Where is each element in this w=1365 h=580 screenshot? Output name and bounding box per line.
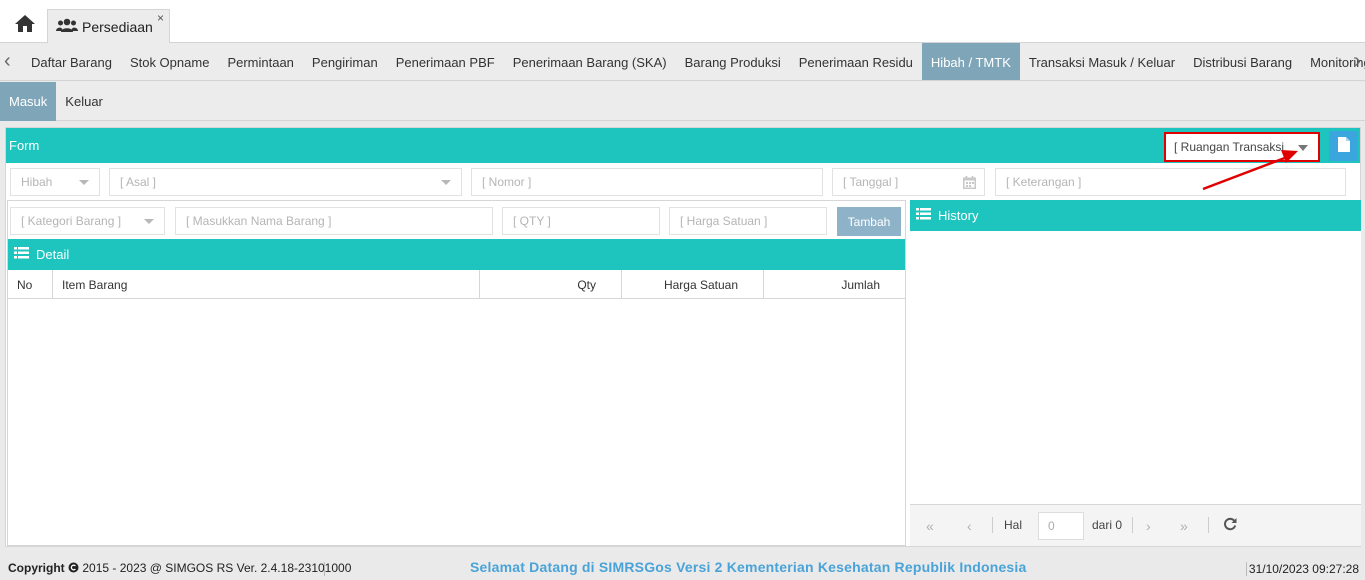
pager-divider — [992, 517, 993, 533]
harga-placeholder: [ Harga Satuan ] — [680, 214, 768, 228]
menu-item-barang-produksi[interactable]: Barang Produksi — [676, 43, 790, 80]
tambah-button[interactable]: Tambah — [837, 207, 901, 236]
asal-select[interactable]: [ Asal ] — [109, 168, 462, 196]
detail-header: Detail — [8, 239, 905, 270]
refresh-icon[interactable] — [1223, 517, 1237, 534]
pager-divider — [1208, 517, 1209, 533]
chevron-down-icon — [441, 180, 451, 185]
menu-item-penerimaan-barang-ska[interactable]: Penerimaan Barang (SKA) — [504, 43, 676, 80]
first-page-icon[interactable]: « — [926, 518, 934, 534]
menu-item-permintaan[interactable]: Permintaan — [218, 43, 302, 80]
module-menu: ‹ Daftar Barang Stok Opname Permintaan Peng… — [0, 43, 1365, 81]
harga-satuan-input[interactable]: [ Harga Satuan ] — [669, 207, 827, 235]
chevron-down-icon — [79, 180, 89, 185]
footer-divider — [1246, 562, 1247, 576]
form-header: Form [ Ruangan Transaksi — [6, 128, 1360, 163]
nomor-placeholder: [ Nomor ] — [482, 175, 532, 189]
chevron-down-icon — [144, 219, 154, 224]
kategori-placeholder: [ Kategori Barang ] — [21, 214, 122, 228]
jenis-value: Hibah — [21, 175, 53, 189]
next-page-icon[interactable]: › — [1146, 518, 1151, 534]
users-icon — [56, 18, 78, 35]
history-title: History — [938, 208, 979, 223]
qty-placeholder: [ QTY ] — [513, 214, 551, 228]
item-entry-panel: [ Kategori Barang ] [ Masukkan Nama Bara… — [7, 200, 906, 546]
page-number-input[interactable]: 0 — [1038, 512, 1084, 540]
prev-page-icon[interactable]: ‹ — [967, 518, 972, 534]
column-header-jumlah[interactable]: Jumlah — [764, 270, 905, 299]
detail-table-header: No Item Barang Qty Harga Satuan Jumlah — [8, 270, 905, 299]
copyright-text: 2015 - 2023 @ SIMGOS RS Ver. 2.4.18-2310… — [82, 561, 352, 575]
sub-tabs: Masuk Keluar — [0, 82, 1365, 121]
chevron-left-icon[interactable]: ‹ — [4, 51, 18, 72]
nomor-input[interactable]: [ Nomor ] — [471, 168, 823, 196]
home-icon[interactable] — [12, 12, 38, 34]
chevron-down-icon — [1298, 145, 1308, 151]
close-icon[interactable]: × — [157, 11, 164, 25]
menu-item-distribusi-barang[interactable]: Distribusi Barang — [1184, 43, 1301, 80]
menu-item-daftar-barang[interactable]: Daftar Barang — [22, 43, 121, 80]
page-count-label: dari 0 — [1092, 518, 1123, 532]
list-icon — [14, 247, 29, 262]
column-header-qty[interactable]: Qty — [480, 270, 622, 299]
ruangan-transaksi-placeholder: [ Ruangan Transaksi — [1174, 140, 1285, 154]
jenis-select[interactable]: Hibah — [10, 168, 100, 196]
menu-item-transaksi-masuk-keluar[interactable]: Transaksi Masuk / Keluar — [1020, 43, 1184, 80]
page-label: Hal — [1004, 518, 1023, 532]
kategori-barang-select[interactable]: [ Kategori Barang ] — [10, 207, 165, 235]
asal-placeholder: [ Asal ] — [120, 175, 157, 189]
tanggal-input[interactable]: [ Tanggal ] — [832, 168, 985, 196]
footer-divider — [324, 562, 325, 576]
nama-barang-input[interactable]: [ Masukkan Nama Barang ] — [175, 207, 493, 235]
tanggal-placeholder: [ Tanggal ] — [843, 175, 899, 189]
new-document-button[interactable] — [1329, 131, 1358, 161]
keterangan-input[interactable]: [ Keterangan ] — [995, 168, 1346, 196]
pager-divider — [1132, 517, 1133, 533]
menu-items: Daftar Barang Stok Opname Permintaan Pengir… — [22, 43, 1365, 80]
footer: Copyright 2015 - 2023 @ SIMGOS RS Ver. 2… — [0, 556, 1365, 580]
menu-item-penerimaan-pbf[interactable]: Penerimaan PBF — [387, 43, 504, 80]
column-header-harga-satuan[interactable]: Harga Satuan — [622, 270, 764, 299]
tab-keluar[interactable]: Keluar — [56, 82, 112, 121]
menu-item-penerimaan-residu[interactable]: Penerimaan Residu — [790, 43, 922, 80]
app-tab-persediaan[interactable]: Persediaan × — [47, 9, 170, 43]
last-page-icon[interactable]: » — [1180, 518, 1188, 534]
column-header-no[interactable]: No — [8, 270, 53, 299]
page-number-value: 0 — [1048, 519, 1055, 533]
copyright-icon — [68, 561, 82, 575]
welcome-message: Selamat Datang di SIMRSGos Versi 2 Kemen… — [470, 559, 1027, 575]
history-panel: History « ‹ Hal 0 dari 0 › » — [910, 200, 1361, 546]
keterangan-placeholder: [ Keterangan ] — [1006, 175, 1082, 189]
app-tab-bar: Persediaan × — [0, 0, 1365, 43]
history-header: History — [910, 200, 1361, 231]
column-header-item-barang[interactable]: Item Barang — [53, 270, 480, 299]
form-title: Form — [9, 138, 40, 153]
app-tab-label: Persediaan — [82, 18, 153, 35]
copyright-label: Copyright — [8, 561, 65, 575]
menu-item-stok-opname[interactable]: Stok Opname — [121, 43, 219, 80]
ruangan-transaksi-select[interactable]: [ Ruangan Transaksi — [1164, 132, 1320, 162]
nama-placeholder: [ Masukkan Nama Barang ] — [186, 214, 332, 228]
datetime: 31/10/2023 09:27:28 — [1248, 562, 1359, 576]
menu-item-pengiriman[interactable]: Pengiriman — [303, 43, 387, 80]
main-container: Form [ Ruangan Transaksi Hibah [ Asal ] … — [5, 127, 1361, 547]
list-icon — [916, 208, 931, 223]
chevron-right-icon[interactable]: › — [1347, 51, 1361, 72]
file-icon — [1337, 137, 1350, 155]
calendar-icon[interactable] — [963, 176, 976, 192]
history-pager: « ‹ Hal 0 dari 0 › » — [910, 504, 1361, 546]
detail-title: Detail — [36, 247, 70, 262]
qty-input[interactable]: [ QTY ] — [502, 207, 660, 235]
menu-item-hibah-tmtk[interactable]: Hibah / TMTK — [921, 43, 1020, 80]
tab-masuk[interactable]: Masuk — [0, 82, 57, 121]
copyright: Copyright 2015 - 2023 @ SIMGOS RS Ver. 2… — [8, 561, 351, 575]
